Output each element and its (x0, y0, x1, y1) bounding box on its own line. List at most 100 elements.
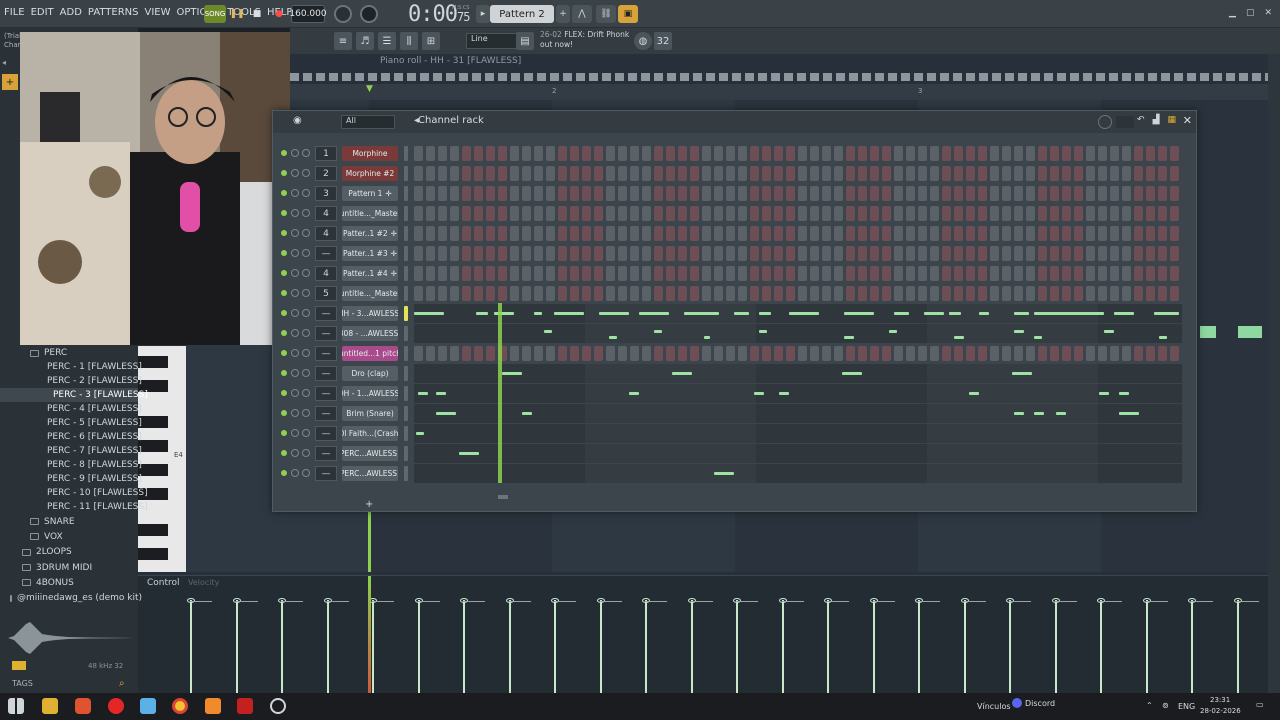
mute-led-icon[interactable] (281, 310, 287, 316)
menu-add[interactable]: ADD (60, 7, 82, 18)
browser-icon[interactable]: ⊞ (422, 32, 440, 50)
step-button[interactable] (426, 206, 435, 221)
recording-fx-icon[interactable]: ▣ (618, 5, 638, 23)
step-button[interactable] (678, 346, 687, 361)
step-button[interactable] (606, 166, 615, 181)
step-button[interactable] (1050, 346, 1059, 361)
step-button[interactable] (642, 206, 651, 221)
piano-roll-note[interactable] (1238, 326, 1262, 338)
step-button[interactable] (978, 226, 987, 241)
step-button[interactable] (906, 166, 915, 181)
step-button[interactable] (870, 226, 879, 241)
step-button[interactable] (1086, 346, 1095, 361)
step-button[interactable] (1098, 146, 1107, 161)
step-button[interactable] (978, 246, 987, 261)
step-button[interactable] (738, 266, 747, 281)
file-explorer-icon[interactable] (42, 698, 58, 714)
step-button[interactable] (714, 246, 723, 261)
step-button[interactable] (426, 166, 435, 181)
black-key[interactable] (138, 416, 168, 428)
step-button[interactable] (534, 166, 543, 181)
step-button[interactable] (906, 266, 915, 281)
step-button[interactable] (1038, 226, 1047, 241)
step-button[interactable] (1062, 346, 1071, 361)
step-button[interactable] (1002, 206, 1011, 221)
step-button[interactable] (594, 246, 603, 261)
channel-name-button[interactable]: PERC...AWLESS] (342, 466, 398, 481)
step-button[interactable] (762, 266, 771, 281)
step-button[interactable] (1002, 226, 1011, 241)
channel-row[interactable]: — PERC...AWLESS] (273, 443, 1196, 463)
step-button[interactable] (678, 146, 687, 161)
mute-led-icon[interactable] (281, 230, 287, 236)
step-button[interactable] (534, 266, 543, 281)
step-button[interactable] (546, 146, 555, 161)
mixer-track-number[interactable]: — (315, 306, 337, 321)
step-button[interactable] (810, 186, 819, 201)
step-button[interactable] (666, 226, 675, 241)
step-button[interactable] (678, 186, 687, 201)
rack-horizontal-scroll[interactable] (498, 495, 508, 499)
volume-knob-icon[interactable] (302, 169, 310, 177)
step-button[interactable] (942, 186, 951, 201)
velocity-bar[interactable] (690, 600, 693, 693)
piano-roll-preview[interactable] (414, 324, 1182, 343)
step-button[interactable] (906, 246, 915, 261)
step-button[interactable] (1158, 266, 1167, 281)
vertical-scrollbar[interactable] (1268, 54, 1280, 693)
step-button[interactable] (654, 166, 663, 181)
step-button[interactable] (750, 266, 759, 281)
step-button[interactable] (906, 186, 915, 201)
step-button[interactable] (450, 206, 459, 221)
step-button[interactable] (918, 186, 927, 201)
step-button[interactable] (942, 346, 951, 361)
step-button[interactable] (630, 206, 639, 221)
step-button[interactable] (846, 246, 855, 261)
step-button[interactable] (1146, 266, 1155, 281)
step-button[interactable] (1134, 346, 1143, 361)
step-button[interactable] (678, 286, 687, 301)
step-button[interactable] (522, 186, 531, 201)
step-button[interactable] (978, 266, 987, 281)
step-button[interactable] (954, 286, 963, 301)
step-button[interactable] (882, 166, 891, 181)
step-button[interactable] (798, 166, 807, 181)
step-button[interactable] (918, 246, 927, 261)
velocity-bar[interactable] (918, 600, 920, 693)
step-button[interactable] (870, 206, 879, 221)
step-button[interactable] (522, 226, 531, 241)
mute-led-icon[interactable] (281, 470, 287, 476)
step-button[interactable] (978, 186, 987, 201)
step-button[interactable] (630, 186, 639, 201)
step-button[interactable] (474, 186, 483, 201)
volume-knob-icon[interactable] (302, 189, 310, 197)
step-button[interactable] (894, 346, 903, 361)
step-button[interactable] (990, 166, 999, 181)
channel-row[interactable]: — Dro (clap) (273, 363, 1196, 383)
step-button[interactable] (798, 346, 807, 361)
mute-led-icon[interactable] (281, 290, 287, 296)
step-button[interactable] (966, 266, 975, 281)
step-button[interactable] (594, 146, 603, 161)
step-button[interactable] (642, 226, 651, 241)
step-button[interactable] (534, 286, 543, 301)
step-button[interactable] (930, 286, 939, 301)
browser-folder[interactable]: 4BONUS (0, 575, 138, 590)
step-button[interactable] (762, 226, 771, 241)
step-button[interactable] (1098, 246, 1107, 261)
step-button[interactable] (450, 246, 459, 261)
step-button[interactable] (834, 206, 843, 221)
step-button[interactable] (594, 166, 603, 181)
step-button[interactable] (618, 146, 627, 161)
mixer-track-number[interactable]: 3 (315, 186, 337, 201)
step-button[interactable] (966, 146, 975, 161)
step-button[interactable] (414, 286, 423, 301)
step-button[interactable] (1086, 246, 1095, 261)
step-button[interactable] (1026, 286, 1035, 301)
step-button[interactable] (870, 246, 879, 261)
step-button[interactable] (834, 246, 843, 261)
step-button[interactable] (1086, 226, 1095, 241)
step-button[interactable] (570, 266, 579, 281)
step-button[interactable] (558, 246, 567, 261)
step-button[interactable] (966, 286, 975, 301)
